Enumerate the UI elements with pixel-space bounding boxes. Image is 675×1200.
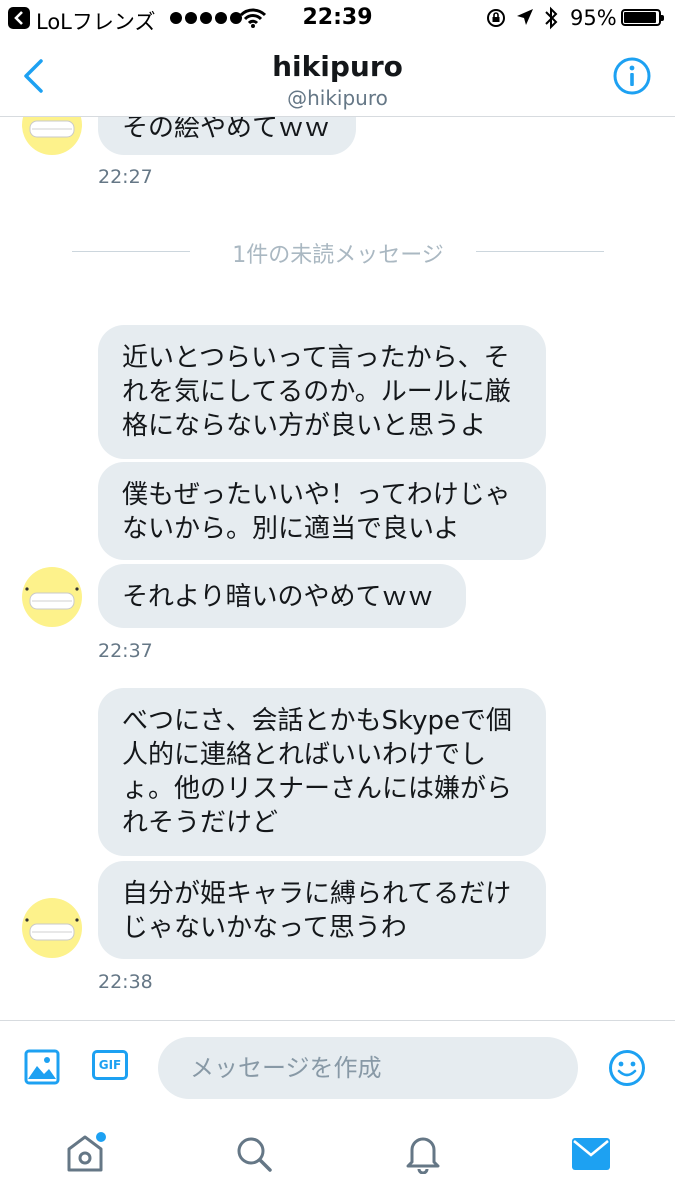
message-text: べつにさ、会話とかもSkypeで個 人的に連絡とればいいわけでし ょ。他のリスナ… (122, 706, 513, 838)
avatar[interactable] (22, 898, 82, 958)
message-text: 自分が姫キャラに縛られてるだけ じゃないかなって思うわ (122, 879, 512, 943)
search-icon[interactable] (235, 1135, 273, 1173)
message-input[interactable]: メッセージを作成 (158, 1037, 578, 1099)
gif-label: GIF (98, 1058, 122, 1072)
message-timestamp: 22:27 (98, 166, 153, 188)
battery-icon (621, 9, 664, 26)
info-icon[interactable] (612, 56, 652, 96)
message-input-placeholder: メッセージを作成 (190, 1054, 382, 1082)
message-bubble[interactable]: べつにさ、会話とかもSkypeで個 人的に連絡とればいいわけでし ょ。他のリスナ… (98, 688, 546, 856)
message-text: 僕もぜったいいや！ってわけじゃ ないから。別に適当で良いよ (122, 480, 511, 544)
battery-percent: 95% (570, 6, 617, 30)
conversation-handle: @hikipuro (287, 86, 388, 110)
message-bubble[interactable]: 自分が姫キャラに縛られてるだけ じゃないかなって思うわ (98, 861, 546, 959)
message-bubble[interactable]: 近いとつらいって言ったから、そ れを気にしてるのか。ルールに厳 格にならない方が… (98, 325, 546, 459)
message-timestamp: 22:37 (98, 640, 153, 662)
image-icon[interactable] (24, 1049, 60, 1085)
message-composer: GIF メッセージを作成 (0, 1020, 675, 1113)
message-bubble[interactable]: それより暗いのやめてｗｗ (98, 564, 466, 628)
status-bar: LoLフレンズ 22:39 95% (0, 0, 675, 38)
envelope-icon[interactable] (572, 1138, 610, 1170)
unread-divider-label: 1件の未読メッセージ (232, 243, 444, 268)
bell-icon[interactable] (404, 1134, 442, 1174)
message-timestamp: 22:38 (98, 971, 153, 993)
message-text: それより暗いのやめてｗｗ (122, 582, 434, 612)
bluetooth-icon (545, 6, 558, 30)
avatar[interactable] (22, 117, 82, 155)
message-text: その絵やめてｗｗ (122, 117, 331, 143)
conversation-header: hikipuro @hikipuro (0, 38, 675, 117)
emoji-icon[interactable] (608, 1049, 646, 1087)
avatar[interactable] (22, 567, 82, 627)
conversation-title[interactable]: hikipuro (0, 50, 675, 83)
tab-bar (0, 1112, 675, 1200)
location-arrow-icon (517, 9, 533, 25)
notification-dot (94, 1130, 108, 1144)
message-text: 近いとつらいって言ったから、そ れを気にしてるのか。ルールに厳 格にならない方が… (122, 343, 511, 441)
message-thread[interactable]: その絵やめてｗｗ 22:27 1件の未読メッセージ 近いとつらいって言ったから、… (0, 117, 675, 1020)
gif-button[interactable]: GIF (92, 1050, 128, 1080)
unread-divider: 1件の未読メッセージ (72, 237, 604, 268)
message-bubble[interactable]: その絵やめてｗｗ (98, 117, 356, 155)
orientation-lock-icon (487, 9, 505, 27)
message-bubble[interactable]: 僕もぜったいいや！ってわけじゃ ないから。別に適当で良いよ (98, 462, 546, 560)
